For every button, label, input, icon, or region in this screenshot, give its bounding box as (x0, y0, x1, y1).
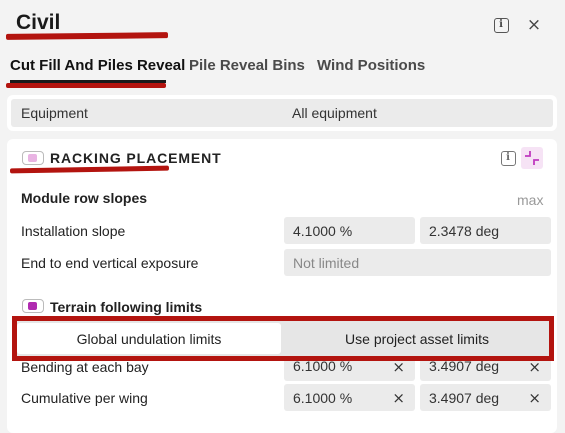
cumulative-deg-value: 3.4907 deg (429, 389, 500, 406)
module-row-slopes-heading: Module row slopes (21, 190, 148, 206)
bending-deg-field[interactable]: 3.4907 deg × (420, 358, 551, 381)
collapse-icon (525, 151, 539, 165)
tab-cut-fill-and-piles-reveal[interactable]: Cut Fill And Piles Reveal (10, 57, 185, 74)
max-label: max (517, 192, 544, 208)
installation-slope-percent-field[interactable]: 4.1000 % (284, 217, 415, 244)
end-to-end-exposure-value: Not limited (293, 254, 360, 271)
terrain-following-toggle[interactable] (22, 299, 44, 313)
bending-percent-value: 6.1000 % (293, 358, 353, 374)
tab-wind-positions[interactable]: Wind Positions (317, 57, 425, 74)
close-icon: × (526, 14, 542, 35)
installation-slope-deg-field[interactable]: 2.3478 deg (420, 217, 551, 244)
tab-pile-reveal-bins[interactable]: Pile Reveal Bins (189, 57, 305, 74)
bending-at-each-bay-label: Bending at each bay (21, 359, 149, 375)
tab-highlight-mark (6, 83, 166, 88)
cumulative-percent-value: 6.1000 % (293, 389, 353, 406)
panel-header: Civil i × (0, 0, 565, 48)
segment-use-project-asset-limits[interactable]: Use project asset limits (285, 323, 549, 354)
equipment-label: Equipment (21, 105, 88, 121)
equipment-value: All equipment (292, 105, 377, 121)
clear-icon[interactable]: × (528, 358, 541, 376)
clear-icon[interactable]: × (392, 358, 405, 376)
racking-placement-title: RACKING PLACEMENT (50, 150, 222, 166)
installation-slope-percent-value: 4.1000 % (293, 222, 353, 239)
info-button[interactable]: i (491, 15, 511, 35)
panel-title: Civil (16, 11, 61, 34)
info-icon: i (500, 150, 516, 166)
info-icon: i (493, 17, 509, 33)
cumulative-percent-field[interactable]: 6.1000 % × (284, 384, 415, 411)
clear-icon[interactable]: × (392, 389, 405, 407)
cumulative-per-wing-label: Cumulative per wing (21, 390, 148, 406)
undulation-limits-segmented-control: Global undulation limits Use project ass… (12, 316, 554, 361)
racking-toggle-knob (28, 154, 37, 162)
racking-placement-toggle[interactable] (22, 151, 44, 165)
installation-slope-deg-value: 2.3478 deg (429, 222, 500, 239)
segment-global-undulation-limits[interactable]: Global undulation limits (17, 323, 281, 354)
racking-info-button[interactable]: i (498, 148, 518, 168)
end-to-end-exposure-field[interactable]: Not limited (284, 249, 551, 276)
close-button[interactable]: × (524, 15, 544, 35)
installation-slope-label: Installation slope (21, 223, 126, 239)
equipment-card: Equipment All equipment (7, 95, 557, 131)
equipment-selector[interactable]: Equipment All equipment (11, 99, 553, 127)
title-highlight-mark (5, 32, 169, 40)
end-to-end-exposure-label: End to end vertical exposure (21, 255, 199, 271)
clear-icon[interactable]: × (528, 389, 541, 407)
bending-deg-value: 3.4907 deg (429, 358, 500, 374)
terrain-toggle-knob (28, 302, 37, 310)
bending-percent-field[interactable]: 6.1000 % × (284, 358, 415, 381)
terrain-following-heading: Terrain following limits (50, 299, 203, 315)
collapse-button[interactable] (521, 147, 543, 169)
cumulative-deg-field[interactable]: 3.4907 deg × (420, 384, 551, 411)
